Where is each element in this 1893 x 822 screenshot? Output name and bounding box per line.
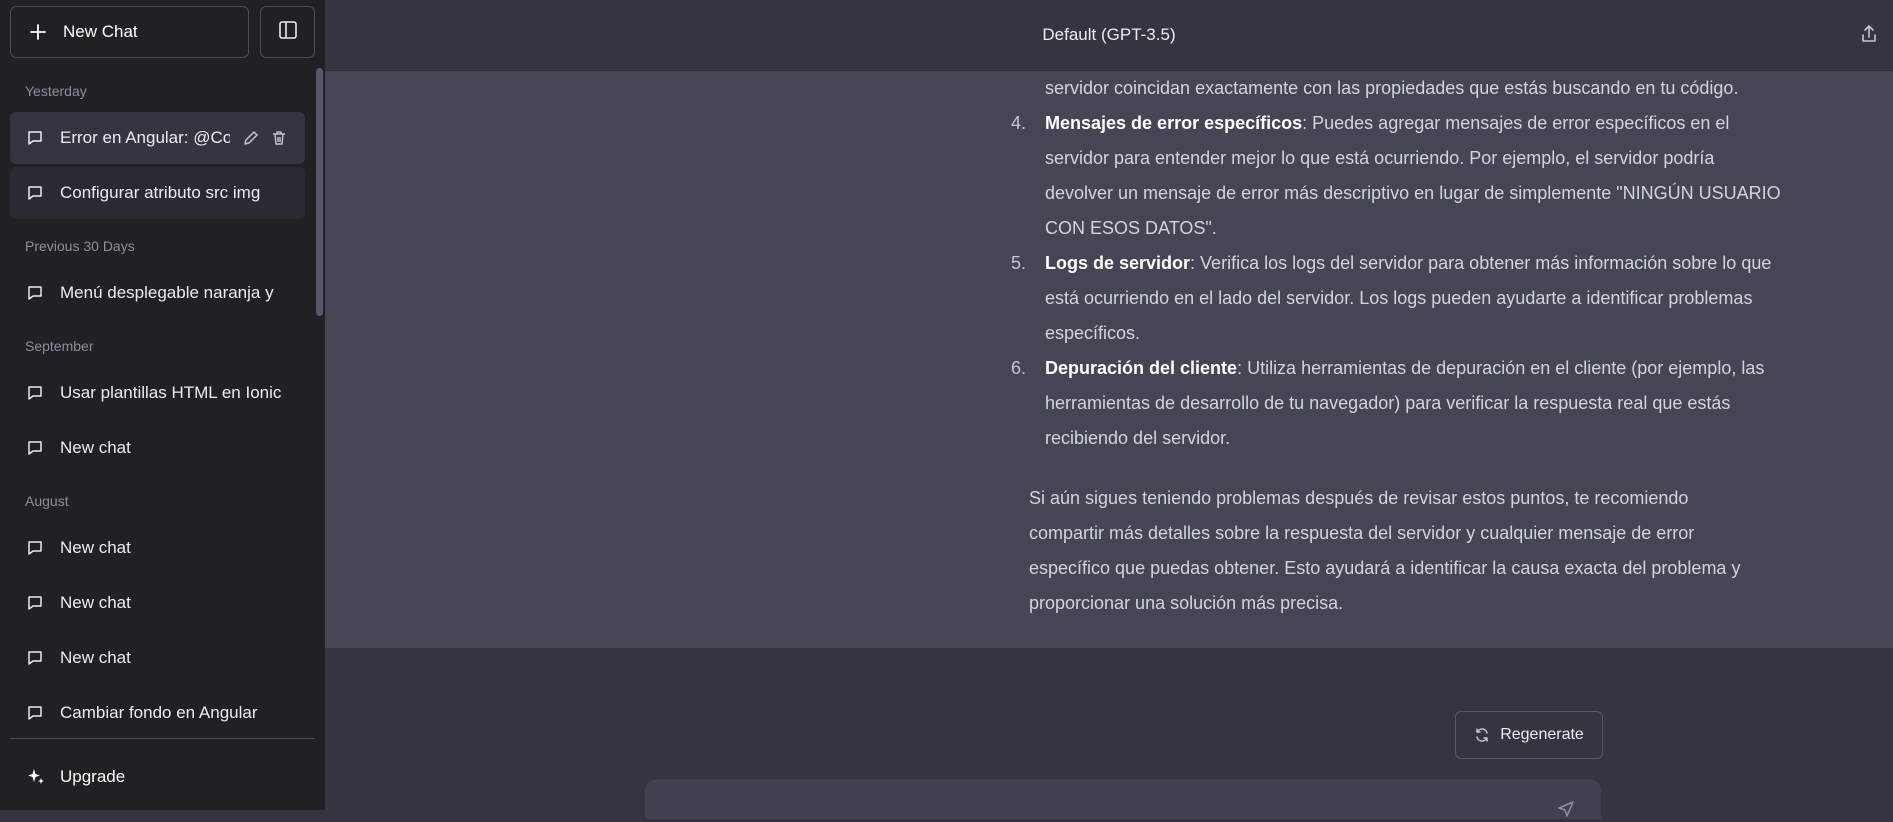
message-text: servidor para entender mejor lo que está… xyxy=(1045,148,1715,168)
toggle-sidebar-button[interactable] xyxy=(260,6,315,58)
send-icon[interactable] xyxy=(1557,799,1577,819)
chat-item[interactable]: New chat xyxy=(10,522,305,574)
regenerate-button[interactable]: Regenerate xyxy=(1455,711,1603,759)
list-number: 4. xyxy=(1011,113,1027,133)
message-text: específicos. xyxy=(1045,323,1141,343)
plus-icon xyxy=(27,21,49,43)
regenerate-label: Regenerate xyxy=(1500,726,1584,743)
chat-item-label: New chat xyxy=(60,648,131,667)
list-item-title: Mensajes de error específicos xyxy=(1045,113,1303,133)
message-text: recibiendo del servidor. xyxy=(1045,428,1231,448)
chat-item-label: New chat xyxy=(60,438,131,457)
list-number: 6. xyxy=(1011,358,1027,378)
chat-item[interactable]: Usar plantillas HTML en Ionic xyxy=(10,367,305,419)
message-text: servidor coincidan exactamente con las p… xyxy=(1045,78,1739,98)
sidebar: New Chat Yesterday Error en Angular: @Co… xyxy=(0,0,325,810)
message-composer xyxy=(645,779,1601,819)
new-chat-label: New Chat xyxy=(63,22,138,41)
chat-bubble-icon xyxy=(26,648,46,668)
sidebar-scrollbar[interactable] xyxy=(316,68,323,316)
share-icon[interactable] xyxy=(1859,24,1881,46)
assistant-message: servidor coincidan exactamente con las p… xyxy=(325,71,1893,648)
upgrade-button[interactable]: Upgrade xyxy=(10,752,305,802)
chat-bubble-icon xyxy=(26,283,46,303)
sidebar-divider xyxy=(10,738,315,739)
list-item: 5. Logs de servidor: Verifica los logs d… xyxy=(1011,246,1857,351)
group-label-yesterday: Yesterday xyxy=(25,83,87,99)
chat-item-label: New chat xyxy=(60,593,131,612)
chat-item[interactable]: Cambiar fondo en Angular xyxy=(10,687,305,739)
chat-item-label: Cambiar fondo en Angular xyxy=(60,703,258,722)
message-text: proporcionar una solución más precisa. xyxy=(1029,593,1344,613)
message-text: herramientas de desarrollo de tu navegad… xyxy=(1045,393,1731,413)
trash-icon[interactable] xyxy=(268,127,290,149)
list-item-title: Logs de servidor xyxy=(1045,253,1191,273)
sparkle-icon xyxy=(26,767,46,787)
chat-item[interactable]: New chat xyxy=(10,422,305,474)
message-input[interactable] xyxy=(661,789,1525,811)
list-item: 4. Mensajes de error específicos: Puedes… xyxy=(1011,106,1857,246)
model-label: Default (GPT-3.5) xyxy=(1042,25,1176,44)
message-text: está ocurriendo en el lado del servidor.… xyxy=(1045,288,1753,308)
message-text: : Utiliza herramientas de depuración en … xyxy=(1237,358,1765,378)
top-bar: Default (GPT-3.5) xyxy=(325,0,1893,71)
message-text: compartir más detalles sobre la respuest… xyxy=(1029,523,1695,543)
list-number: 5. xyxy=(1011,253,1027,273)
message-text: : Verifica los logs del servidor para ob… xyxy=(1190,253,1772,273)
chat-item-label: Configurar atributo src img xyxy=(60,183,261,202)
closing-paragraph: Si aún sigues teniendo problemas después… xyxy=(1029,481,1857,621)
chat-item[interactable]: New chat xyxy=(10,577,305,629)
group-label-august: August xyxy=(25,493,69,509)
sidebar-toggle-icon xyxy=(278,20,298,45)
chat-item-label: Usar plantillas HTML en Ionic xyxy=(60,383,282,402)
chat-bubble-icon xyxy=(26,593,46,613)
chat-item[interactable]: Menú desplegable naranja y xyxy=(10,267,305,319)
chat-item[interactable]: New chat xyxy=(10,632,305,684)
group-label-previous-30-days: Previous 30 Days xyxy=(25,238,135,254)
chat-bubble-icon xyxy=(26,438,46,458)
message-content: servidor coincidan exactamente con las p… xyxy=(1011,71,1857,621)
new-chat-button[interactable]: New Chat xyxy=(10,6,249,58)
chat-item[interactable]: Error en Angular: @Co xyxy=(10,112,305,164)
chat-bubble-icon xyxy=(26,703,46,723)
message-text: específico que puedas obtener. Esto ayud… xyxy=(1029,558,1741,578)
chat-item[interactable]: Configurar atributo src img xyxy=(10,167,305,219)
message-text: : Puedes agregar mensajes de error espec… xyxy=(1302,113,1730,133)
chat-bubble-icon xyxy=(26,128,46,148)
chat-item-label: Menú desplegable naranja y xyxy=(60,283,274,302)
message-line: servidor coincidan exactamente con las p… xyxy=(1037,71,1857,106)
message-text: CON ESOS DATOS". xyxy=(1045,218,1217,238)
message-text: devolver un mensaje de error más descrip… xyxy=(1045,183,1781,203)
upgrade-label: Upgrade xyxy=(60,767,126,786)
message-text: Si aún sigues teniendo problemas después… xyxy=(1029,488,1689,508)
list-item-title: Depuración del cliente xyxy=(1045,358,1238,378)
chat-bubble-icon xyxy=(26,383,46,403)
chat-item-label: New chat xyxy=(60,538,131,557)
chat-bubble-icon xyxy=(26,183,46,203)
edit-icon[interactable] xyxy=(240,127,262,149)
group-label-september: September xyxy=(25,338,94,354)
list-item: 6. Depuración del cliente: Utiliza herra… xyxy=(1011,351,1857,456)
chat-bubble-icon xyxy=(26,538,46,558)
refresh-icon xyxy=(1474,727,1490,743)
chat-item-label: Error en Angular: @Co xyxy=(60,128,230,147)
